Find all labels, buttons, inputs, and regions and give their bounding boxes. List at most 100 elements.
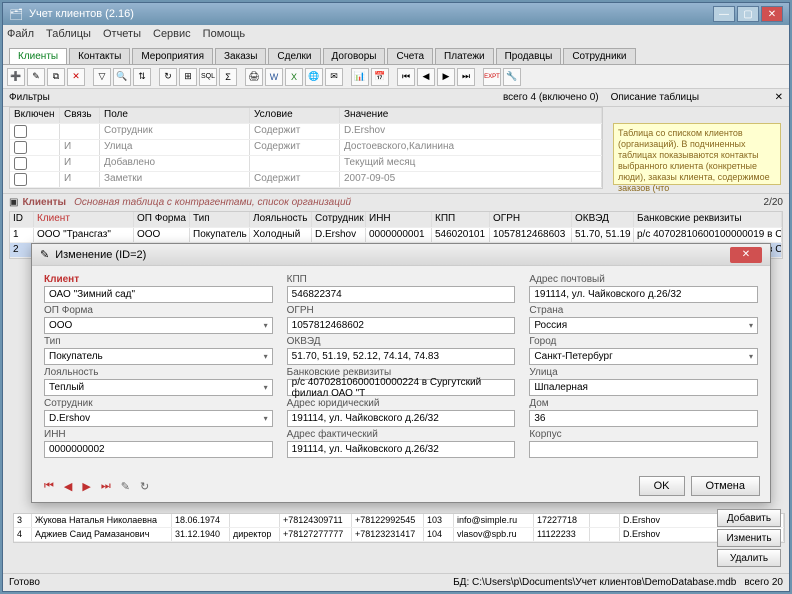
tab-clients[interactable]: Клиенты	[9, 48, 67, 64]
gh-opf[interactable]: ОП Форма	[134, 212, 190, 227]
cancel-button[interactable]: Отмена	[691, 476, 760, 496]
filter-check-1[interactable]	[14, 141, 27, 154]
tb-export-icon[interactable]: EXPT	[483, 68, 501, 86]
gh-id[interactable]: ID	[10, 212, 34, 227]
lbl-addr-post: Адрес почтовый	[529, 274, 758, 285]
tab-contracts[interactable]: Договоры	[323, 48, 386, 64]
tb-print-icon[interactable]: 🖨	[245, 68, 263, 86]
table-row[interactable]: 1 ООО "Трансгаз" ООО Покупатель Холодный…	[10, 228, 782, 243]
fh-enabled[interactable]: Включен	[10, 108, 60, 123]
select-loyal[interactable]: Теплый	[44, 379, 273, 396]
contact-row[interactable]: 4 Аджиев Саид Рамазанович 31.12.1940 дир…	[14, 528, 784, 542]
tab-payments[interactable]: Платежи	[435, 48, 494, 64]
tb-mail-icon[interactable]: ✉	[325, 68, 343, 86]
input-bank[interactable]: р/с 40702810600010000224 в Сургутский фи…	[287, 379, 516, 396]
menu-service[interactable]: Сервис	[153, 28, 191, 40]
tb-prev-icon[interactable]: ◀	[417, 68, 435, 86]
gh-type[interactable]: Тип	[190, 212, 250, 227]
nav-last-icon[interactable]: ⏭	[99, 480, 113, 493]
gh-bank[interactable]: Банковские реквизиты	[634, 212, 782, 227]
tb-cal-icon[interactable]: 📅	[371, 68, 389, 86]
fh-val[interactable]: Значение	[340, 108, 602, 123]
tb-tool-icon[interactable]: 🔧	[503, 68, 521, 86]
fh-op[interactable]: Условие	[250, 108, 340, 123]
dialog-close-button[interactable]: ✕	[730, 247, 762, 263]
fh-field[interactable]: Поле	[100, 108, 250, 123]
tab-events[interactable]: Мероприятия	[132, 48, 213, 64]
tab-invoices[interactable]: Счета	[387, 48, 433, 64]
edit-button[interactable]: Изменить	[717, 529, 781, 547]
select-city[interactable]: Санкт-Петербург	[529, 348, 758, 365]
gh-loyal[interactable]: Лояльность	[250, 212, 312, 227]
select-type[interactable]: Покупатель	[44, 348, 273, 365]
gh-client[interactable]: Клиент	[34, 212, 134, 227]
tb-find-icon[interactable]: 🔍	[113, 68, 131, 86]
nav-refresh-icon[interactable]: ↻	[138, 480, 151, 493]
tb-tree-icon[interactable]: ⊞	[179, 68, 197, 86]
tb-next-icon[interactable]: ▶	[437, 68, 455, 86]
tb-sort-icon[interactable]: ⇅	[133, 68, 151, 86]
gh-ogrn[interactable]: ОГРН	[490, 212, 572, 227]
nav-first-icon[interactable]: ⏮	[42, 480, 56, 493]
delete-button[interactable]: Удалить	[717, 549, 781, 567]
cc: 103	[424, 514, 454, 527]
maximize-button[interactable]: ▢	[737, 6, 759, 22]
input-addr-jur[interactable]: 191114, ул. Чайковского д.26/32	[287, 410, 516, 427]
filter-close-icon[interactable]: ✕	[775, 92, 783, 103]
input-addr-post[interactable]: 191114, ул. Чайковского д.26/32	[529, 286, 758, 303]
input-house[interactable]: 36	[529, 410, 758, 427]
tb-refresh-icon[interactable]: ↻	[159, 68, 177, 86]
gh-okved[interactable]: ОКВЭД	[572, 212, 634, 227]
tb-sum-icon[interactable]: Σ	[219, 68, 237, 86]
add-button[interactable]: Добавить	[717, 509, 781, 527]
tb-excel-icon[interactable]: X	[285, 68, 303, 86]
tb-first-icon[interactable]: ⏮	[397, 68, 415, 86]
tb-delete-icon[interactable]: ✕	[67, 68, 85, 86]
tab-deals[interactable]: Сделки	[268, 48, 320, 64]
tb-sql-icon[interactable]: SQL	[199, 68, 217, 86]
tab-employees[interactable]: Сотрудники	[563, 48, 635, 64]
minimize-button[interactable]: —	[713, 6, 735, 22]
input-ogrn[interactable]: 1057812468602	[287, 317, 516, 334]
input-street[interactable]: Шпалерная	[529, 379, 758, 396]
input-korpus[interactable]	[529, 441, 758, 458]
input-kpp[interactable]: 546822374	[287, 286, 516, 303]
tb-filter-icon[interactable]: ▽	[93, 68, 111, 86]
menu-help[interactable]: Помощь	[203, 28, 246, 40]
tb-new-icon[interactable]: ➕	[7, 68, 25, 86]
grid-expand-icon[interactable]: ▣	[9, 197, 18, 208]
nav-next-icon[interactable]: ▶	[80, 480, 92, 493]
fc: Улица	[100, 140, 250, 155]
close-button[interactable]: ✕	[761, 6, 783, 22]
input-client[interactable]: ОАО "Зимний сад"	[44, 286, 273, 303]
ok-button[interactable]: OK	[639, 476, 685, 496]
input-addr-fact[interactable]: 191114, ул. Чайковского д.26/32	[287, 441, 516, 458]
menu-reports[interactable]: Отчеты	[103, 28, 141, 40]
nav-prev-icon[interactable]: ◀	[62, 480, 74, 493]
gh-emp[interactable]: Сотрудник	[312, 212, 366, 227]
nav-edit-icon[interactable]: ✎	[119, 480, 132, 493]
contact-row[interactable]: 3 Жукова Наталья Николаевна 18.06.1974 +…	[14, 514, 784, 528]
tb-html-icon[interactable]: 🌐	[305, 68, 323, 86]
tb-last-icon[interactable]: ⏭	[457, 68, 475, 86]
input-okved[interactable]: 51.70, 51.19, 52.12, 74.14, 74.83	[287, 348, 516, 365]
gh-inn[interactable]: ИНН	[366, 212, 432, 227]
select-opf[interactable]: ООО	[44, 317, 273, 334]
tab-sellers[interactable]: Продавцы	[496, 48, 562, 64]
tb-copy-icon[interactable]: ⧉	[47, 68, 65, 86]
tab-orders[interactable]: Заказы	[215, 48, 266, 64]
select-country[interactable]: Россия	[529, 317, 758, 334]
menu-file[interactable]: Файл	[7, 28, 34, 40]
gh-kpp[interactable]: КПП	[432, 212, 490, 227]
input-inn[interactable]: 0000000002	[44, 441, 273, 458]
filter-check-0[interactable]	[14, 125, 27, 138]
menu-tables[interactable]: Таблицы	[46, 28, 91, 40]
tab-contacts[interactable]: Контакты	[69, 48, 130, 64]
tb-edit-icon[interactable]: ✎	[27, 68, 45, 86]
tb-word-icon[interactable]: W	[265, 68, 283, 86]
tb-chart-icon[interactable]: 📊	[351, 68, 369, 86]
select-emp[interactable]: D.Ershov	[44, 410, 273, 427]
filter-check-2[interactable]	[14, 157, 27, 170]
filter-check-3[interactable]	[14, 173, 27, 186]
fh-cond[interactable]: Связь	[60, 108, 100, 123]
